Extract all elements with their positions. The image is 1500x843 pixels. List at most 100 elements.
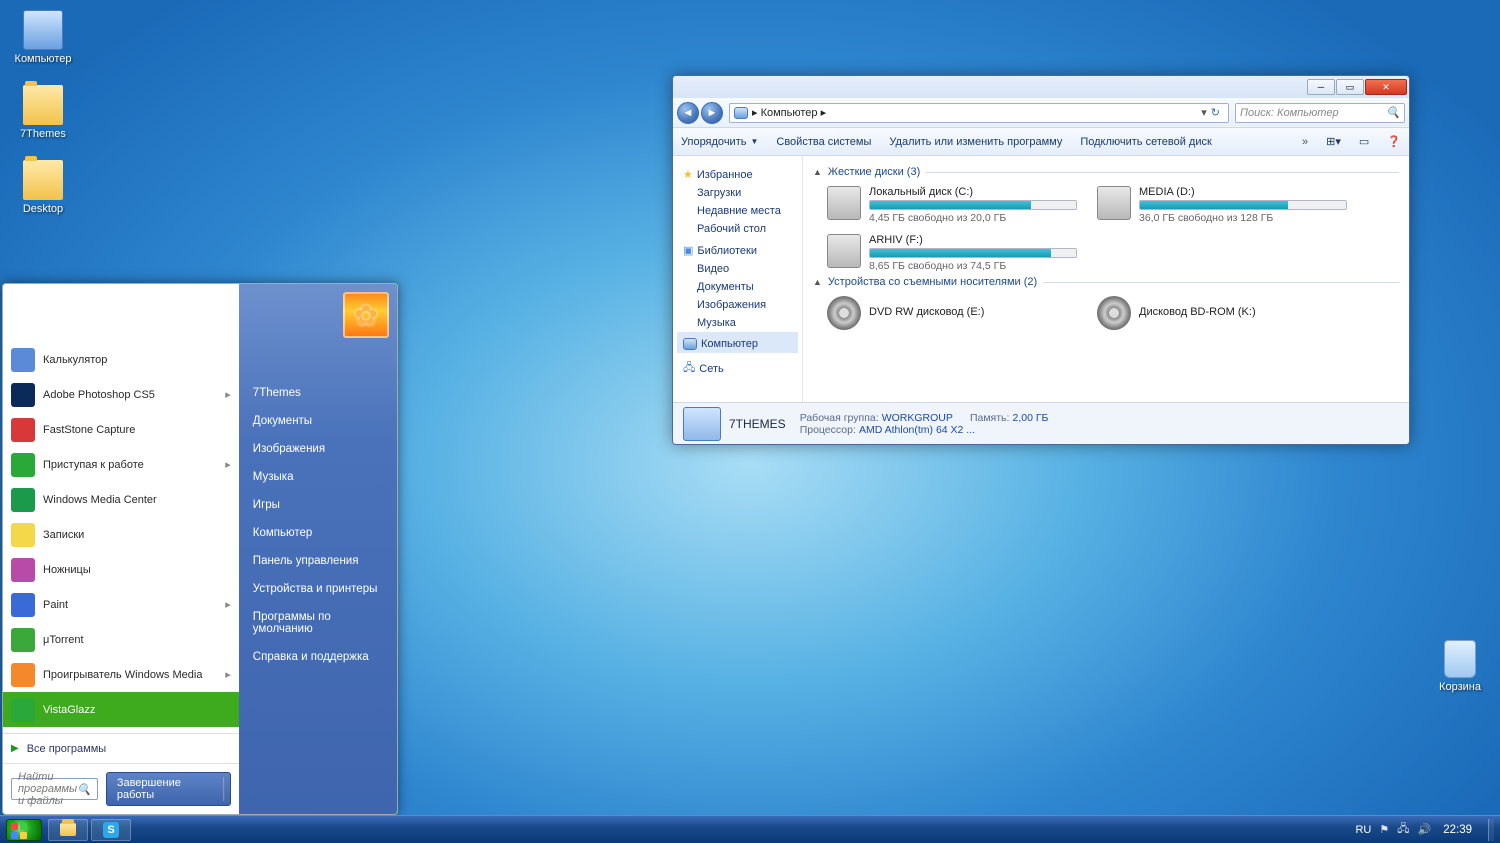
chevron-right-icon: ▸ (225, 458, 231, 471)
desktop-icon-recycle-bin[interactable]: Корзина (1425, 640, 1495, 693)
sidebar-computer[interactable]: Компьютер (677, 332, 798, 353)
sidebar-music[interactable]: Музыка (677, 314, 798, 332)
sidebar-favorites-head[interactable]: ★Избранное (677, 162, 798, 184)
help-icon[interactable]: ❓ (1387, 135, 1401, 148)
start-menu-place[interactable]: Справка и поддержка (239, 643, 397, 671)
more-icon[interactable]: » (1302, 136, 1308, 148)
preview-pane-icon[interactable]: ▭ (1359, 135, 1369, 148)
start-menu-place[interactable]: Устройства и принтеры (239, 575, 397, 603)
close-button[interactable]: ✕ (1365, 79, 1407, 95)
desktop-icon-7themes[interactable]: 7Themes (8, 85, 78, 140)
start-menu-program[interactable]: μTorrent (3, 622, 239, 657)
sidebar-desktop[interactable]: Рабочий стол (677, 220, 798, 238)
app-icon (11, 558, 35, 582)
search-icon: 🔍 (1386, 106, 1400, 119)
sidebar-video[interactable]: Видео (677, 260, 798, 278)
start-menu-program[interactable]: VistaGlazz (3, 692, 239, 727)
desktop-icon-desktop[interactable]: Desktop (8, 160, 78, 215)
chevron-down-icon[interactable]: ▾ (1201, 106, 1207, 119)
action-center-icon[interactable]: ⚑ (1379, 823, 1389, 836)
start-menu-programs: КалькуляторAdobe Photoshop CS5▸FastStone… (3, 284, 239, 814)
search-icon: 🔍 (77, 783, 91, 796)
sidebar-network[interactable]: 🖧Сеть (677, 353, 798, 381)
forward-button[interactable]: ► (701, 102, 723, 124)
shutdown-button[interactable]: Завершение работы (106, 772, 231, 806)
address-bar[interactable]: ▸ Компьютер ▸ ▾ ↻ (729, 103, 1229, 123)
start-menu-program[interactable]: Ножницы (3, 552, 239, 587)
computer-icon (683, 338, 697, 350)
search-input[interactable]: Найти программы и файлы 🔍 (11, 778, 98, 800)
app-icon (11, 523, 35, 547)
volume-icon[interactable]: 🔊 (1418, 823, 1432, 836)
start-menu-program[interactable]: Paint▸ (3, 587, 239, 622)
hdd-icon (827, 186, 861, 220)
clock[interactable]: 22:39 (1439, 824, 1476, 836)
start-button[interactable] (6, 819, 42, 841)
toolbar-map-network-drive[interactable]: Подключить сетевой диск (1080, 136, 1211, 148)
computer-icon (683, 407, 721, 441)
system-tray: RU ⚑ 🖧 🔊 22:39 (1355, 819, 1494, 841)
start-menu-program[interactable]: Приступая к работе▸ (3, 447, 239, 482)
toolbar-system-properties[interactable]: Свойства системы (776, 136, 871, 148)
drive-item[interactable]: DVD RW дисковод (E:) (827, 296, 1077, 330)
drive-item[interactable]: Дисковод BD-ROM (K:) (1097, 296, 1347, 330)
start-menu-program[interactable]: Проигрыватель Windows Media▸ (3, 657, 239, 692)
start-menu-program[interactable]: Windows Media Center (3, 482, 239, 517)
folder-icon (23, 85, 63, 125)
show-desktop-button[interactable] (1488, 819, 1494, 841)
taskbar-explorer[interactable] (48, 819, 88, 841)
navigation-bar: ◄ ► ▸ Компьютер ▸ ▾ ↻ Поиск: Компьютер 🔍 (673, 98, 1409, 128)
back-button[interactable]: ◄ (677, 102, 699, 124)
sidebar-documents[interactable]: Документы (677, 278, 798, 296)
category-removable[interactable]: ▲Устройства со съемными носителями (2) (813, 276, 1399, 288)
search-input[interactable]: Поиск: Компьютер 🔍 (1235, 103, 1405, 123)
start-menu-place[interactable]: Музыка (239, 463, 397, 491)
start-menu-place[interactable]: Компьютер (239, 519, 397, 547)
start-menu-program[interactable]: Калькулятор (3, 342, 239, 377)
hdd-icon (827, 234, 861, 268)
app-icon (11, 453, 35, 477)
network-icon[interactable]: 🖧 (1397, 820, 1409, 839)
window-titlebar[interactable]: ─ ▭ ✕ (673, 76, 1409, 98)
status-bar: 7THEMES Рабочая группа: WORKGROUP Память… (673, 402, 1409, 444)
taskbar-skype[interactable]: S (91, 819, 131, 841)
maximize-button[interactable]: ▭ (1336, 79, 1364, 95)
desktop-icon-computer[interactable]: Компьютер (8, 10, 78, 65)
start-menu-place[interactable]: Игры (239, 491, 397, 519)
chevron-down-icon: ▼ (750, 137, 758, 146)
toolbar-organize[interactable]: Упорядочить ▼ (681, 136, 758, 148)
start-menu-places: 7ThemesДокументыИзображенияМузыкаИгрыКом… (239, 284, 397, 814)
toolbar-uninstall-program[interactable]: Удалить или изменить программу (889, 136, 1062, 148)
all-programs-button[interactable]: ▶ Все программы (3, 733, 239, 763)
language-indicator[interactable]: RU (1355, 824, 1371, 836)
start-menu-program[interactable]: Adobe Photoshop CS5▸ (3, 377, 239, 412)
start-menu-place[interactable]: Изображения (239, 435, 397, 463)
start-menu-place[interactable]: Панель управления (239, 547, 397, 575)
refresh-button[interactable]: ↻ (1211, 106, 1220, 119)
minimize-button[interactable]: ─ (1307, 79, 1335, 95)
app-icon (11, 593, 35, 617)
explorer-window: ─ ▭ ✕ ◄ ► ▸ Компьютер ▸ ▾ ↻ Поиск: Компь… (672, 75, 1410, 445)
drive-item[interactable]: MEDIA (D:)36,0 ГБ свободно из 128 ГБ (1097, 186, 1347, 224)
start-menu-program[interactable]: FastStone Capture (3, 412, 239, 447)
drive-item[interactable]: ARHIV (F:)8,65 ГБ свободно из 74,5 ГБ (827, 234, 1077, 272)
computer-icon (23, 10, 63, 50)
sidebar-libraries-head[interactable]: ▣Библиотеки (677, 238, 798, 260)
user-avatar[interactable] (343, 292, 389, 338)
app-icon (11, 488, 35, 512)
library-icon: ▣ (683, 244, 693, 257)
sidebar-pictures[interactable]: Изображения (677, 296, 798, 314)
sidebar-downloads[interactable]: Загрузки (677, 184, 798, 202)
app-icon (11, 698, 35, 722)
view-icon[interactable]: ⊞▾ (1326, 135, 1341, 148)
start-menu-place[interactable]: 7Themes (239, 379, 397, 407)
start-menu: КалькуляторAdobe Photoshop CS5▸FastStone… (2, 283, 398, 815)
start-menu-place[interactable]: Документы (239, 407, 397, 435)
start-menu-program[interactable]: Записки (3, 517, 239, 552)
taskbar: S RU ⚑ 🖧 🔊 22:39 (0, 815, 1500, 843)
category-hard-drives[interactable]: ▲Жесткие диски (3) (813, 166, 1399, 178)
sidebar-recent[interactable]: Недавние места (677, 202, 798, 220)
status-computer-name: 7THEMES (729, 417, 786, 431)
drive-item[interactable]: Локальный диск (C:)4,45 ГБ свободно из 2… (827, 186, 1077, 224)
start-menu-place[interactable]: Программы по умолчанию (239, 603, 397, 643)
